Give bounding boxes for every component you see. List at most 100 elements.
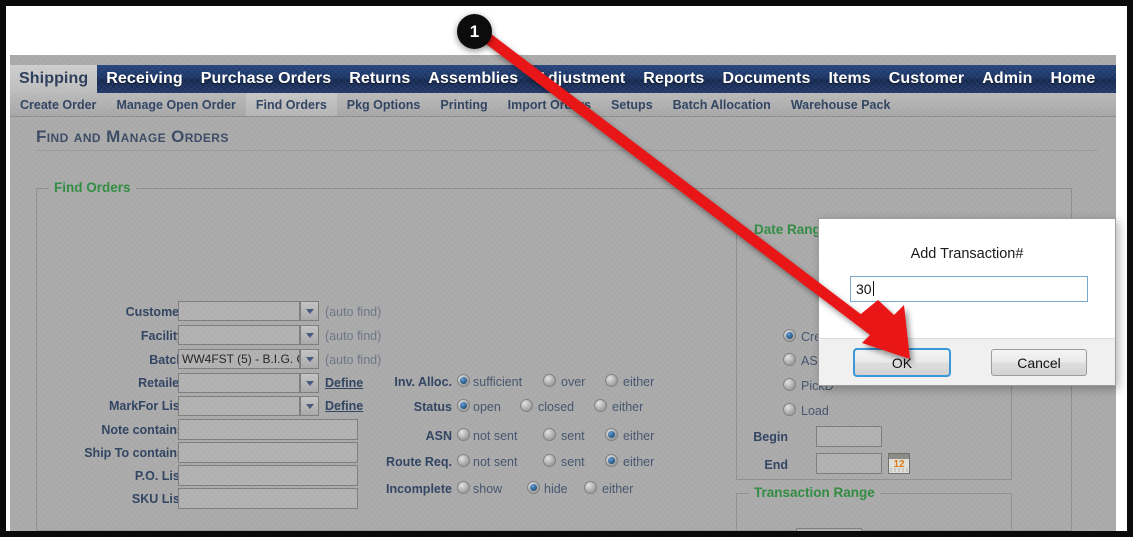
subnav-item-label: Warehouse Pack bbox=[790, 97, 891, 112]
frame-border-left bbox=[0, 0, 6, 537]
nav-tab-returns[interactable]: Returns bbox=[340, 65, 419, 93]
radio-inv-alloc-either[interactable] bbox=[605, 374, 618, 387]
transaction-range-panel: Transaction Range bbox=[736, 485, 1012, 531]
hint-facility: (auto find) bbox=[325, 329, 382, 343]
transaction-range-legend: Transaction Range bbox=[749, 485, 880, 500]
input-retailer[interactable] bbox=[178, 373, 300, 393]
dropdown-facility-button[interactable] bbox=[300, 325, 319, 345]
annotation-step-badge: 1 bbox=[457, 14, 492, 49]
input-sku-list[interactable] bbox=[178, 488, 358, 509]
cancel-button[interactable]: Cancel bbox=[991, 349, 1087, 376]
transaction-number-input[interactable]: 30 bbox=[850, 276, 1088, 302]
radio-date-range-pick-date[interactable] bbox=[783, 378, 796, 391]
subnav-item-create-order[interactable]: Create Order bbox=[10, 93, 106, 116]
label-markfor-list: MarkFor List bbox=[108, 399, 184, 413]
radio-status-closed[interactable] bbox=[520, 399, 533, 412]
label-sku-list: SKU List bbox=[131, 492, 184, 506]
radio-status-open[interactable] bbox=[457, 399, 470, 412]
subnav-item-setups[interactable]: Setups bbox=[601, 93, 663, 116]
radio-incomplete-show[interactable] bbox=[457, 481, 470, 494]
dropdown-customer-button[interactable] bbox=[300, 301, 319, 321]
radio-label-asn-sent: sent bbox=[561, 429, 585, 443]
radio-label-route-req-not-sent: not sent bbox=[473, 455, 518, 469]
input-customer[interactable] bbox=[178, 301, 300, 321]
radio-date-range-asn-sent[interactable] bbox=[783, 353, 796, 366]
radio-date-range-created[interactable] bbox=[783, 329, 796, 342]
input-batch[interactable]: WW4FST (5) - B.I.G. C bbox=[178, 349, 300, 369]
subnav-item-label: Setups bbox=[610, 97, 653, 112]
subnav-item-pkg-options[interactable]: Pkg Options bbox=[337, 93, 431, 116]
input-date-range-end[interactable] bbox=[816, 453, 882, 474]
dialog-footer: OK Cancel bbox=[819, 338, 1115, 385]
main-navigation: Shipping Receiving Purchase Orders Retur… bbox=[10, 65, 1116, 93]
label-batch: Batch bbox=[149, 353, 184, 367]
chevron-down-icon bbox=[305, 332, 314, 338]
subnav-item-batch-allocation[interactable]: Batch Allocation bbox=[663, 93, 781, 116]
page-title: Find and Manage Orders bbox=[36, 127, 1098, 151]
dropdown-batch-button[interactable] bbox=[300, 349, 319, 369]
page-header: Find and Manage Orders bbox=[36, 127, 1098, 151]
frame-border-top bbox=[0, 0, 1133, 6]
radio-label-inv-alloc-sufficient: sufficient bbox=[473, 375, 523, 389]
label-po-list: P.O. List bbox=[134, 469, 184, 483]
find-orders-legend: Find Orders bbox=[49, 180, 136, 195]
dropdown-retailer-button[interactable] bbox=[300, 373, 319, 393]
radio-inv-alloc-over[interactable] bbox=[543, 374, 556, 387]
subnav-item-printing[interactable]: Printing bbox=[430, 93, 497, 116]
radio-label-route-req-sent: sent bbox=[561, 455, 585, 469]
nav-tab-label: Home bbox=[1050, 70, 1096, 87]
radio-date-range-load-date[interactable] bbox=[783, 403, 796, 416]
radio-label-incomplete-hide: hide bbox=[544, 482, 568, 496]
input-note-contains[interactable] bbox=[178, 419, 358, 440]
nav-tab-reports[interactable]: Reports bbox=[634, 65, 713, 93]
chevron-down-icon bbox=[305, 403, 314, 409]
subnav-item-label: Find Orders bbox=[255, 97, 327, 112]
nav-tab-customer[interactable]: Customer bbox=[880, 65, 973, 93]
radio-asn-not-sent[interactable] bbox=[457, 428, 470, 441]
radio-label-date-range-load-date: Load bbox=[801, 404, 829, 418]
calendar-icon-bottom bbox=[890, 468, 908, 472]
nav-tab-assemblies[interactable]: Assemblies bbox=[419, 65, 527, 93]
radio-asn-sent[interactable] bbox=[543, 428, 556, 441]
subnav-item-label: Manage Open Order bbox=[116, 97, 236, 112]
radio-label-status-closed: closed bbox=[538, 400, 575, 414]
subnav-item-manage-open-order[interactable]: Manage Open Order bbox=[106, 93, 245, 116]
radio-inv-alloc-sufficient[interactable] bbox=[457, 374, 470, 387]
radio-incomplete-either[interactable] bbox=[584, 481, 597, 494]
sub-navigation: Create Order Manage Open Order Find Orde… bbox=[10, 93, 1116, 117]
calendar-icon[interactable]: 12 bbox=[888, 453, 910, 474]
nav-tab-receiving[interactable]: Receiving bbox=[97, 65, 192, 93]
nav-tab-admin[interactable]: Admin bbox=[973, 65, 1041, 93]
subnav-item-import-orders[interactable]: Import Orders bbox=[498, 93, 601, 116]
radio-status-either[interactable] bbox=[594, 399, 607, 412]
nav-tab-items[interactable]: Items bbox=[819, 65, 879, 93]
input-markfor-list[interactable] bbox=[178, 396, 300, 416]
input-po-list[interactable] bbox=[178, 465, 358, 486]
radio-incomplete-hide[interactable] bbox=[527, 481, 540, 494]
radio-route-req-sent[interactable] bbox=[543, 454, 556, 467]
radio-route-req-either[interactable] bbox=[605, 454, 618, 467]
text-cursor-icon bbox=[872, 281, 874, 296]
label-customer: Customer bbox=[125, 305, 184, 319]
nav-tab-home[interactable]: Home bbox=[1042, 65, 1105, 93]
nav-tab-purchase-orders[interactable]: Purchase Orders bbox=[192, 65, 340, 93]
nav-tab-label: Assemblies bbox=[428, 70, 519, 87]
input-facility[interactable] bbox=[178, 325, 300, 345]
ok-button[interactable]: OK bbox=[853, 348, 951, 377]
screenshot-root: Shipping Receiving Purchase Orders Retur… bbox=[0, 0, 1133, 537]
nav-tab-adjustment[interactable]: Adjustment bbox=[527, 65, 634, 93]
radio-label-status-open: open bbox=[473, 400, 501, 414]
radio-asn-either[interactable] bbox=[605, 428, 618, 441]
subnav-item-find-orders[interactable]: Find Orders bbox=[245, 93, 337, 116]
nav-tab-shipping[interactable]: Shipping bbox=[10, 65, 98, 93]
label-facility: Facility bbox=[140, 329, 184, 343]
subnav-item-warehouse-pack[interactable]: Warehouse Pack bbox=[781, 93, 901, 116]
input-date-range-begin[interactable] bbox=[816, 426, 882, 447]
label-route-req: Route Req. bbox=[386, 455, 452, 469]
nav-tab-documents[interactable]: Documents bbox=[713, 65, 819, 93]
radio-route-req-not-sent[interactable] bbox=[457, 454, 470, 467]
dropdown-markfor-button[interactable] bbox=[300, 396, 319, 416]
input-ship-to-contains[interactable] bbox=[178, 442, 358, 463]
nav-tab-label: Shipping bbox=[19, 70, 89, 87]
nav-tab-label: Adjustment bbox=[536, 70, 626, 87]
